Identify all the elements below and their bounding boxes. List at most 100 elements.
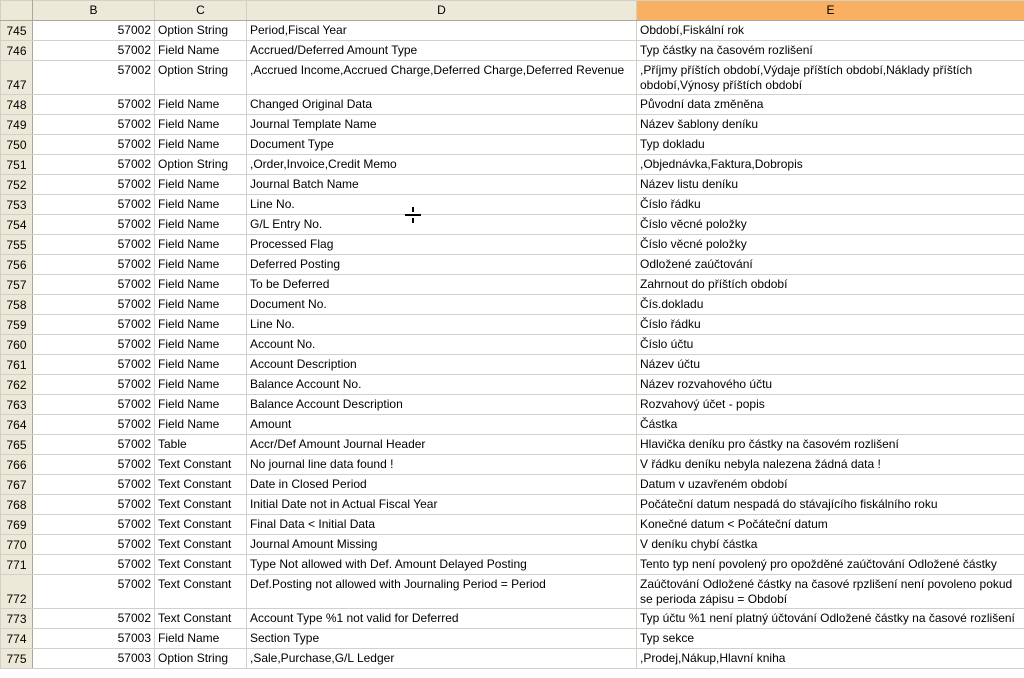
cell[interactable]: Journal Batch Name	[247, 175, 637, 195]
cell[interactable]: Tento typ není povolený pro opožděné zaú…	[637, 555, 1024, 575]
cell[interactable]: 57002	[33, 575, 155, 609]
cell[interactable]: Typ sekce	[637, 629, 1024, 649]
cell[interactable]: Final Data < Initial Data	[247, 515, 637, 535]
row-header[interactable]: 758	[1, 295, 33, 315]
cell[interactable]: Datum v uzavřeném období	[637, 475, 1024, 495]
row-header[interactable]: 775	[1, 649, 33, 669]
col-header-e[interactable]: E	[637, 1, 1024, 21]
cell[interactable]: Field Name	[155, 335, 247, 355]
cell[interactable]: Název účtu	[637, 355, 1024, 375]
cell[interactable]: 57002	[33, 195, 155, 215]
cell[interactable]: Amount	[247, 415, 637, 435]
cell[interactable]: 57002	[33, 435, 155, 455]
cell[interactable]: 57002	[33, 555, 155, 575]
cell[interactable]: Text Constant	[155, 555, 247, 575]
cell[interactable]: Field Name	[155, 41, 247, 61]
row-header[interactable]: 748	[1, 95, 33, 115]
cell[interactable]: 57002	[33, 455, 155, 475]
cell[interactable]: Číslo věcné položky	[637, 215, 1024, 235]
cell[interactable]: 57002	[33, 135, 155, 155]
cell[interactable]: Field Name	[155, 215, 247, 235]
cell[interactable]: ,Objednávka,Faktura,Dobropis	[637, 155, 1024, 175]
cell[interactable]: Line No.	[247, 195, 637, 215]
cell[interactable]: Název rozvahového účtu	[637, 375, 1024, 395]
col-header-d[interactable]: D	[247, 1, 637, 21]
cell[interactable]: 57002	[33, 355, 155, 375]
cell[interactable]: 57002	[33, 95, 155, 115]
cell[interactable]: Název šablony deníku	[637, 115, 1024, 135]
cell[interactable]: Field Name	[155, 255, 247, 275]
cell[interactable]: Account Description	[247, 355, 637, 375]
cell[interactable]: Field Name	[155, 195, 247, 215]
cell[interactable]: Zahrnout do příštích období	[637, 275, 1024, 295]
row-header[interactable]: 756	[1, 255, 33, 275]
cell[interactable]: 57002	[33, 21, 155, 41]
cell[interactable]: Processed Flag	[247, 235, 637, 255]
cell[interactable]: Account No.	[247, 335, 637, 355]
cell[interactable]: Balance Account Description	[247, 395, 637, 415]
cell[interactable]: Document Type	[247, 135, 637, 155]
row-header[interactable]: 752	[1, 175, 33, 195]
cell[interactable]: Deferred Posting	[247, 255, 637, 275]
cell[interactable]: 57002	[33, 61, 155, 95]
row-header[interactable]: 751	[1, 155, 33, 175]
cell[interactable]: 57002	[33, 255, 155, 275]
cell[interactable]: ,Sale,Purchase,G/L Ledger	[247, 649, 637, 669]
cell[interactable]: Zaúčtování Odložené částky na časové rpz…	[637, 575, 1024, 609]
cell[interactable]: Field Name	[155, 135, 247, 155]
cell[interactable]: 57002	[33, 335, 155, 355]
select-all-corner[interactable]	[1, 1, 33, 21]
col-header-c[interactable]: C	[155, 1, 247, 21]
cell[interactable]: Číslo věcné položky	[637, 235, 1024, 255]
cell[interactable]: 57002	[33, 375, 155, 395]
row-header[interactable]: 771	[1, 555, 33, 575]
cell[interactable]: Field Name	[155, 415, 247, 435]
row-header[interactable]: 753	[1, 195, 33, 215]
cell[interactable]: Field Name	[155, 395, 247, 415]
cell[interactable]: Option String	[155, 61, 247, 95]
row-header[interactable]: 745	[1, 21, 33, 41]
row-header[interactable]: 770	[1, 535, 33, 555]
cell[interactable]: 57002	[33, 395, 155, 415]
cell[interactable]: Field Name	[155, 315, 247, 335]
row-header[interactable]: 750	[1, 135, 33, 155]
cell[interactable]: 57002	[33, 475, 155, 495]
cell[interactable]: Field Name	[155, 295, 247, 315]
cell[interactable]: Field Name	[155, 629, 247, 649]
cell[interactable]: Changed Original Data	[247, 95, 637, 115]
cell[interactable]: Field Name	[155, 115, 247, 135]
cell[interactable]: Journal Amount Missing	[247, 535, 637, 555]
cell[interactable]: 57002	[33, 609, 155, 629]
cell[interactable]: Původní data změněna	[637, 95, 1024, 115]
cell[interactable]: Hlavička deníku pro částky na časovém ro…	[637, 435, 1024, 455]
cell[interactable]: Text Constant	[155, 495, 247, 515]
cell[interactable]: 57002	[33, 315, 155, 335]
cell[interactable]: Text Constant	[155, 455, 247, 475]
row-header[interactable]: 762	[1, 375, 33, 395]
cell[interactable]: Line No.	[247, 315, 637, 335]
row-header[interactable]: 755	[1, 235, 33, 255]
cell[interactable]: Option String	[155, 21, 247, 41]
cell[interactable]: G/L Entry No.	[247, 215, 637, 235]
cell[interactable]: Text Constant	[155, 515, 247, 535]
cell[interactable]: Text Constant	[155, 535, 247, 555]
cell[interactable]: ,Accrued Income,Accrued Charge,Deferred …	[247, 61, 637, 95]
cell[interactable]: Field Name	[155, 175, 247, 195]
cell[interactable]: Počáteční datum nespadá do stávajícího f…	[637, 495, 1024, 515]
row-header[interactable]: 766	[1, 455, 33, 475]
cell[interactable]: Period,Fiscal Year	[247, 21, 637, 41]
cell[interactable]: Accr/Def Amount Journal Header	[247, 435, 637, 455]
cell[interactable]: Date in Closed Period	[247, 475, 637, 495]
cell[interactable]: Rozvahový účet - popis	[637, 395, 1024, 415]
cell[interactable]: No journal line data found !	[247, 455, 637, 475]
col-header-b[interactable]: B	[33, 1, 155, 21]
cell[interactable]: 57002	[33, 175, 155, 195]
spreadsheet-grid[interactable]: B C D E 74557002Option StringPeriod,Fisc…	[0, 0, 1024, 669]
cell[interactable]: Období,Fiskální rok	[637, 21, 1024, 41]
cell[interactable]: Table	[155, 435, 247, 455]
row-header[interactable]: 773	[1, 609, 33, 629]
cell[interactable]: Def.Posting not allowed with Journaling …	[247, 575, 637, 609]
cell[interactable]: Balance Account No.	[247, 375, 637, 395]
cell[interactable]: Document No.	[247, 295, 637, 315]
cell[interactable]: Account Type %1 not valid for Deferred	[247, 609, 637, 629]
